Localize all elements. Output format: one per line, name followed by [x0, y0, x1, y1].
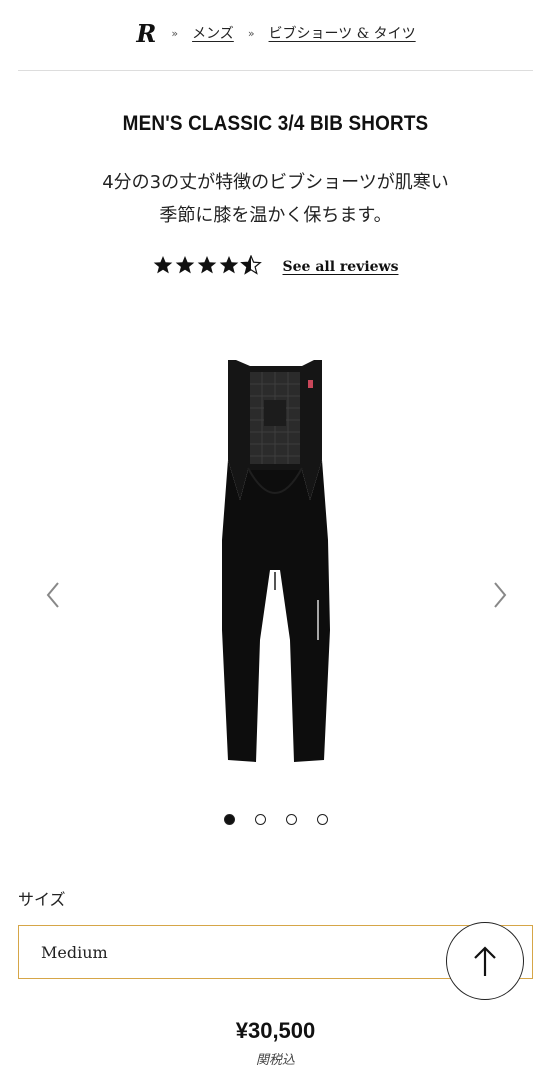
size-label: サイズ [18, 890, 66, 909]
product-title: MEN'S CLASSIC 3/4 BIB SHORTS [122, 112, 429, 135]
breadcrumb-separator: » [247, 26, 255, 40]
rating-row: See all reviews [0, 252, 551, 282]
header-divider [18, 70, 533, 71]
size-selected-value: Medium [41, 942, 108, 962]
gallery-dot[interactable] [223, 814, 235, 825]
product-gallery [0, 330, 551, 770]
breadcrumb-link-mens[interactable]: メンズ [192, 23, 234, 43]
scroll-to-top-button[interactable] [446, 922, 524, 1000]
chevron-left-icon[interactable] [38, 580, 68, 610]
tax-note: 関税込 [255, 1053, 295, 1068]
star-rating-icon [153, 254, 263, 279]
breadcrumb-link-bib-shorts-tights[interactable]: ビブショーツ & タイツ [269, 23, 416, 43]
brand-logo[interactable]: R [135, 19, 157, 48]
see-all-reviews-link[interactable]: See all reviews [283, 259, 399, 275]
gallery-pagination [0, 814, 551, 825]
description-line: 4分の3の丈が特徴のビブショーツが肌寒い [102, 172, 449, 193]
breadcrumb-separator: » [171, 26, 179, 40]
product-description: 4分の3の丈が特徴のビブショーツが肌寒い 季節に膝を温かく保ちます。 [40, 166, 511, 232]
description-line: 季節に膝を温かく保ちます。 [159, 205, 392, 226]
product-price: ¥30,500 [235, 1018, 316, 1043]
breadcrumb: R » メンズ » ビブショーツ & タイツ [0, 18, 551, 48]
gallery-dot[interactable] [285, 814, 297, 825]
chevron-right-icon[interactable] [485, 580, 515, 610]
gallery-dot[interactable] [316, 814, 328, 825]
arrow-up-icon [474, 946, 496, 976]
bib-tights-product-image [222, 360, 330, 762]
gallery-dot[interactable] [254, 814, 266, 825]
